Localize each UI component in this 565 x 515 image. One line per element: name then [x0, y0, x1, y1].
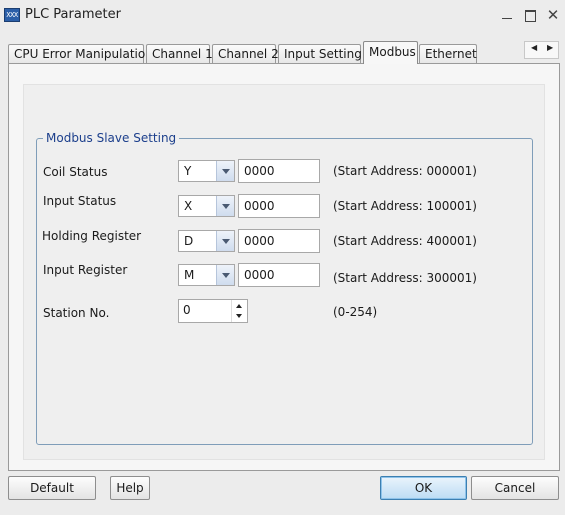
coil-status-start-address: (Start Address: 000001) [333, 164, 477, 178]
chevron-up-icon[interactable] [232, 300, 247, 311]
tab-modbus[interactable]: Modbus [363, 41, 418, 64]
tab-channel-1[interactable]: Channel 1 [146, 44, 213, 63]
tab-scroll-arrows: ◀ ▶ [524, 41, 559, 59]
holding-register-device-value: D [184, 234, 194, 248]
input-status-device-select[interactable]: X [178, 195, 235, 217]
holding-register-label: Holding Register [42, 229, 142, 243]
title-bar: XXX PLC Parameter ✕ [0, 0, 565, 32]
coil-status-label: Coil Status [43, 165, 108, 179]
holding-register-device-select[interactable]: D [178, 230, 235, 252]
station-no-range: (0-254) [333, 305, 378, 319]
chevron-down-icon[interactable] [216, 231, 234, 251]
cancel-button[interactable]: Cancel [471, 476, 559, 500]
tab-ethernet[interactable]: Ethernet [419, 44, 477, 63]
coil-status-address-input[interactable]: 0000 [238, 159, 320, 183]
station-no-spin-buttons [231, 300, 247, 322]
group-title: Modbus Slave Setting [43, 131, 180, 145]
tab-strip: CPU Error Manipulation Channel 1 Channel… [8, 41, 508, 64]
chevron-down-icon[interactable] [216, 196, 234, 216]
input-register-device-value: M [184, 268, 195, 282]
close-icon[interactable]: ✕ [544, 6, 562, 24]
station-no-stepper[interactable]: 0 [178, 299, 248, 323]
modbus-slave-setting-group: Modbus Slave Setting Coil Status Y 0000 … [36, 131, 533, 445]
modbus-tab-panel: Modbus Slave Setting Coil Status Y 0000 … [8, 63, 560, 471]
input-register-start-address: (Start Address: 300001) [333, 271, 477, 285]
input-register-address-input[interactable]: 0000 [238, 263, 320, 287]
input-status-start-address: (Start Address: 100001) [333, 199, 477, 213]
minimize-icon[interactable] [498, 6, 516, 24]
chevron-down-icon[interactable] [216, 161, 234, 181]
input-status-device-value: X [184, 199, 193, 213]
station-no-label: Station No. [43, 306, 110, 320]
ok-button[interactable]: OK [380, 476, 467, 500]
default-button[interactable]: Default [8, 476, 96, 500]
tab-input-setting[interactable]: Input Setting [278, 44, 362, 63]
tab-scroll-right-icon[interactable]: ▶ [547, 43, 553, 52]
input-status-address-value: 0000 [244, 199, 275, 213]
modbus-content-area: Modbus Slave Setting Coil Status Y 0000 … [23, 84, 545, 460]
tab-cpu-error-manipulation[interactable]: CPU Error Manipulation [8, 44, 153, 63]
holding-register-address-value: 0000 [244, 234, 275, 248]
input-status-label: Input Status [43, 194, 117, 208]
tab-channel-2[interactable]: Channel 2 [212, 44, 279, 63]
chevron-down-icon[interactable] [216, 265, 234, 285]
chevron-down-icon[interactable] [232, 311, 247, 322]
input-register-device-select[interactable]: M [178, 264, 235, 286]
holding-register-start-address: (Start Address: 400001) [333, 234, 477, 248]
coil-status-device-select[interactable]: Y [178, 160, 235, 182]
station-no-value: 0 [183, 303, 191, 317]
maximize-icon[interactable] [521, 6, 539, 24]
input-status-address-input[interactable]: 0000 [238, 194, 320, 218]
window-title: PLC Parameter [25, 7, 121, 22]
input-register-address-value: 0000 [244, 268, 275, 282]
coil-status-address-value: 0000 [244, 164, 275, 178]
help-button[interactable]: Help [110, 476, 150, 500]
coil-status-device-value: Y [184, 164, 192, 178]
tab-scroll-left-icon[interactable]: ◀ [531, 43, 537, 52]
input-register-label: Input Register [43, 263, 128, 277]
holding-register-address-input[interactable]: 0000 [238, 229, 320, 253]
plc-app-icon: XXX [4, 8, 20, 22]
